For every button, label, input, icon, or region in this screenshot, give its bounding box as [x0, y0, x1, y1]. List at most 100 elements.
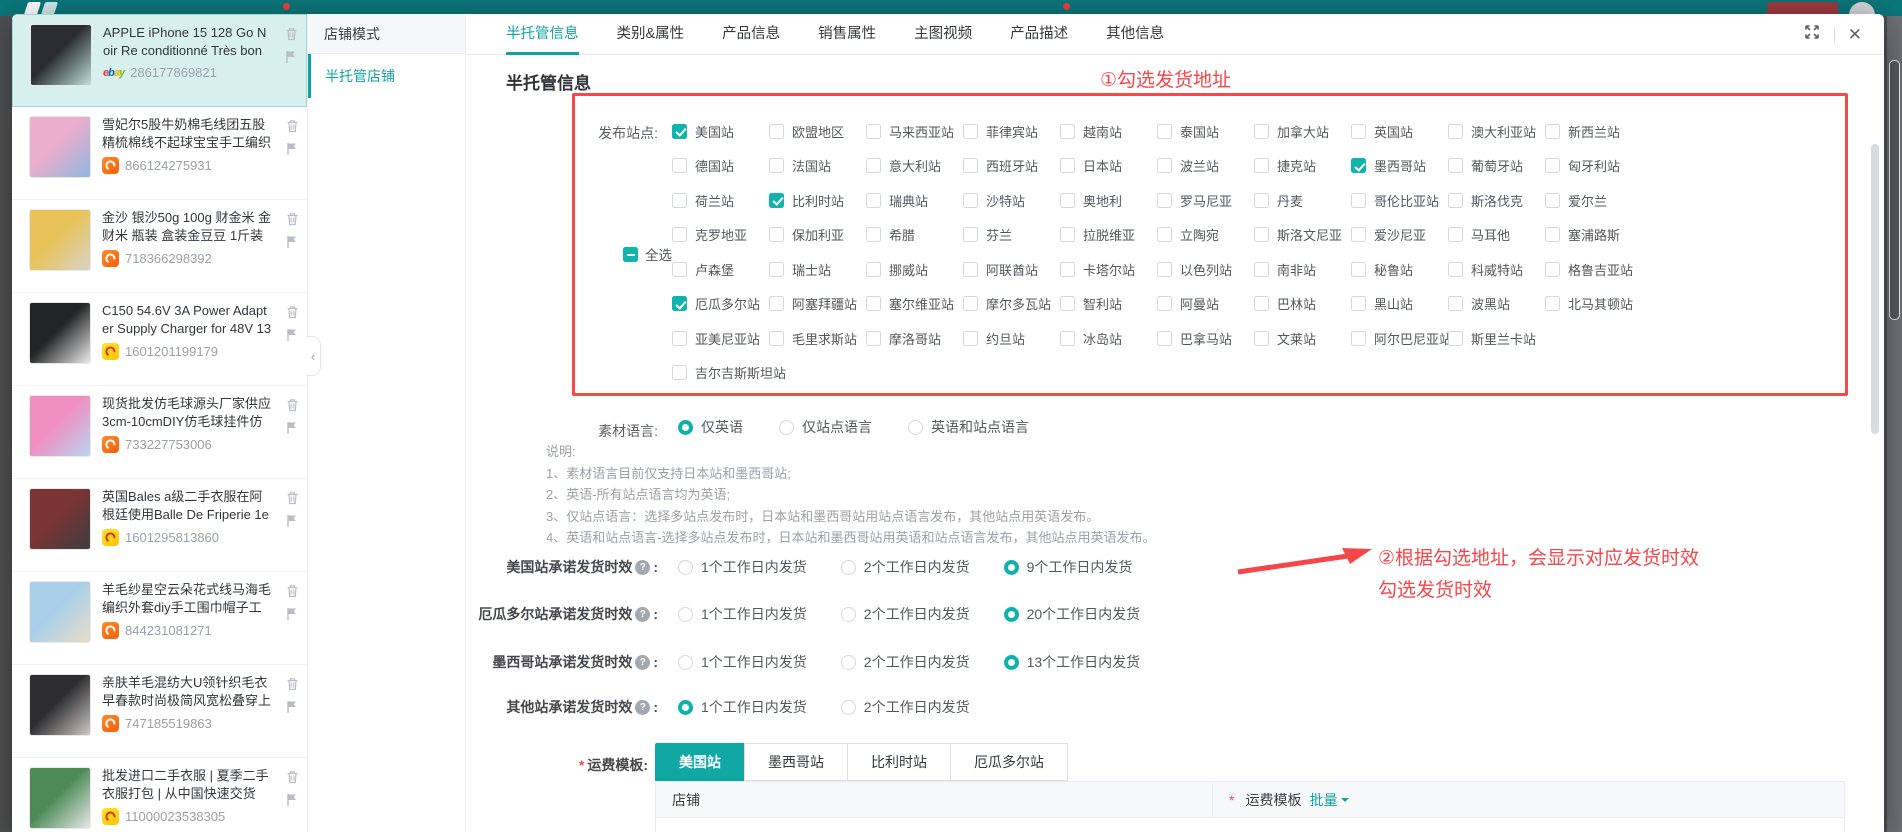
site-checkbox[interactable]: 北马其顿站 [1545, 294, 1642, 313]
product-card[interactable]: 英国Bales a级二手衣服在阿根廷使用Balle De Friperie 1e… [12, 479, 307, 572]
site-checkbox[interactable]: 哥伦比亚站 [1351, 191, 1448, 210]
freight-tab-2[interactable]: 墨西哥站 [744, 743, 848, 781]
site-checkbox[interactable]: 保加利亚 [769, 225, 866, 244]
batch-dropdown[interactable]: 批量 [1309, 790, 1350, 810]
site-checkbox[interactable]: 荷兰站 [672, 191, 769, 210]
close-icon[interactable]: ✕ [1848, 26, 1862, 43]
site-checkbox[interactable]: 沙特站 [963, 191, 1060, 210]
site-checkbox[interactable]: 葡萄牙站 [1448, 156, 1545, 175]
trash-icon[interactable] [286, 212, 299, 226]
site-checkbox[interactable]: 斯里兰卡站 [1448, 329, 1545, 348]
product-card[interactable]: 亲肤羊毛混纺大U领针织毛衣早春款时尚极简风宽松叠穿上衣女 747185519863 [12, 665, 307, 758]
site-checkbox[interactable]: 瑞士站 [769, 260, 866, 279]
fullscreen-icon[interactable] [1803, 23, 1821, 46]
site-checkbox[interactable]: 黑山站 [1351, 294, 1448, 313]
product-card[interactable]: 羊毛纱星空云朵花式线马海毛编织外套diy手工围巾帽子工艺品外贸 844231081… [12, 572, 307, 665]
site-checkbox[interactable]: 罗马尼亚 [1157, 191, 1254, 210]
trash-icon[interactable] [286, 491, 299, 505]
trash-icon[interactable] [286, 677, 299, 691]
site-checkbox[interactable]: 英国站 [1351, 122, 1448, 141]
trash-icon[interactable] [286, 770, 299, 784]
site-checkbox[interactable]: 澳大利亚站 [1448, 122, 1545, 141]
tab-1[interactable]: 半托管信息 [506, 14, 579, 55]
site-checkbox[interactable]: 斯洛文尼亚 [1254, 225, 1351, 244]
flag-icon[interactable] [286, 700, 298, 714]
site-checkbox[interactable]: 摩尔多瓦站 [963, 294, 1060, 313]
product-card[interactable]: 金沙 银沙50g 100g 财金米 金财米 瓶装 盒装金豆豆 1斤装财米 7183… [12, 200, 307, 293]
site-checkbox[interactable]: 波兰站 [1157, 156, 1254, 175]
collapse-panel-handle[interactable]: ‹ [306, 336, 321, 376]
product-card[interactable]: 雪妃尔5股牛奶棉毛线团五股精梳棉线不起球宝宝手工编织diy萌娃娃 86612427… [12, 107, 307, 200]
radio-option[interactable]: 9个工作日内发货 [1003, 557, 1132, 577]
site-checkbox[interactable]: 科威特站 [1448, 260, 1545, 279]
site-checkbox[interactable]: 匈牙利站 [1545, 156, 1642, 175]
site-checkbox[interactable]: 巴林站 [1254, 294, 1351, 313]
site-checkbox[interactable]: 欧盟地区 [769, 122, 866, 141]
help-icon[interactable]: ? [635, 699, 651, 715]
radio-option[interactable]: 2个工作日内发货 [840, 697, 970, 717]
site-checkbox[interactable]: 智利站 [1060, 294, 1157, 313]
flag-icon[interactable] [286, 421, 298, 435]
radio-option[interactable]: 仅站点语言 [779, 417, 872, 437]
site-checkbox[interactable]: 文莱站 [1254, 329, 1351, 348]
site-checkbox[interactable]: 日本站 [1060, 156, 1157, 175]
site-checkbox[interactable]: 泰国站 [1157, 122, 1254, 141]
trash-icon[interactable] [285, 27, 298, 41]
tab-3[interactable]: 产品信息 [722, 14, 780, 55]
tab-4[interactable]: 销售属性 [818, 14, 876, 55]
site-checkbox[interactable]: 法国站 [769, 156, 866, 175]
product-card[interactable]: C150 54.6V 3A Power Adapter Supply Charg… [12, 293, 307, 386]
site-checkbox[interactable]: 卢森堡 [672, 260, 769, 279]
radio-option[interactable]: 1个工作日内发货 [678, 557, 807, 577]
freight-tab-3[interactable]: 比利时站 [847, 743, 951, 781]
site-checkbox[interactable]: 挪威站 [866, 260, 963, 279]
tab-2[interactable]: 类别&属性 [617, 14, 685, 55]
radio-option[interactable]: 1个工作日内发货 [678, 604, 807, 624]
site-checkbox[interactable]: 冰岛站 [1060, 329, 1157, 348]
site-checkbox[interactable]: 吉尔吉斯斯坦站 [672, 363, 786, 382]
site-checkbox[interactable]: 丹麦 [1254, 191, 1351, 210]
product-card[interactable]: APPLE iPhone 15 128 Go Noir Re condition… [12, 14, 307, 107]
site-checkbox[interactable]: 菲律宾站 [963, 122, 1060, 141]
site-checkbox[interactable]: 塞浦路斯 [1545, 225, 1642, 244]
radio-option[interactable]: 2个工作日内发货 [840, 652, 970, 672]
site-checkbox[interactable]: 马来西亚站 [866, 122, 963, 141]
site-checkbox[interactable]: 阿尔巴尼亚站 [1351, 329, 1452, 348]
site-checkbox[interactable]: 芬兰 [963, 225, 1060, 244]
site-checkbox[interactable]: 希腊 [866, 225, 963, 244]
site-checkbox[interactable]: 意大利站 [866, 156, 963, 175]
site-checkbox[interactable]: 拉脱维亚 [1060, 225, 1157, 244]
site-checkbox[interactable]: 阿联酋站 [963, 260, 1060, 279]
site-checkbox[interactable]: 秘鲁站 [1351, 260, 1448, 279]
radio-option[interactable]: 13个工作日内发货 [1003, 652, 1140, 672]
site-checkbox[interactable]: 以色列站 [1157, 260, 1254, 279]
trash-icon[interactable] [286, 305, 299, 319]
site-checkbox[interactable]: 阿塞拜疆站 [769, 294, 866, 313]
freight-tab-4[interactable]: 厄瓜多尔站 [950, 743, 1068, 781]
flag-icon[interactable] [286, 793, 298, 807]
radio-option[interactable]: 仅英语 [678, 417, 743, 437]
modal-scrollbar-thumb[interactable] [1871, 144, 1879, 434]
site-checkbox[interactable]: 波黑站 [1448, 294, 1545, 313]
site-checkbox[interactable]: 毛里求斯站 [769, 329, 866, 348]
radio-option[interactable]: 2个工作日内发货 [840, 557, 970, 577]
site-checkbox[interactable]: 德国站 [672, 156, 769, 175]
flag-icon[interactable] [286, 235, 298, 249]
site-checkbox[interactable]: 卡塔尔站 [1060, 260, 1157, 279]
site-checkbox[interactable]: 亚美尼亚站 [672, 329, 769, 348]
site-checkbox[interactable]: 新西兰站 [1545, 122, 1642, 141]
site-checkbox[interactable]: 奥地利 [1060, 191, 1157, 210]
site-checkbox[interactable]: 越南站 [1060, 122, 1157, 141]
radio-option[interactable]: 20个工作日内发货 [1003, 604, 1140, 624]
product-card[interactable]: 现货批发仿毛球源头厂家供应3cm-10cmDIY仿毛球挂件仿獭兔毛毛球 73322… [12, 386, 307, 479]
flag-icon[interactable] [286, 514, 298, 528]
site-checkbox[interactable]: 爱尔兰 [1545, 191, 1642, 210]
site-checkbox[interactable]: 比利时站 [769, 191, 866, 210]
site-checkbox[interactable]: 墨西哥站 [1351, 156, 1448, 175]
site-checkbox[interactable]: 爱沙尼亚 [1351, 225, 1448, 244]
site-checkbox[interactable]: 约旦站 [963, 329, 1060, 348]
site-checkbox[interactable]: 马耳他 [1448, 225, 1545, 244]
browser-scrollbar-thumb[interactable] [1889, 60, 1900, 320]
site-checkbox[interactable]: 格鲁吉亚站 [1545, 260, 1642, 279]
flag-icon[interactable] [286, 328, 298, 342]
